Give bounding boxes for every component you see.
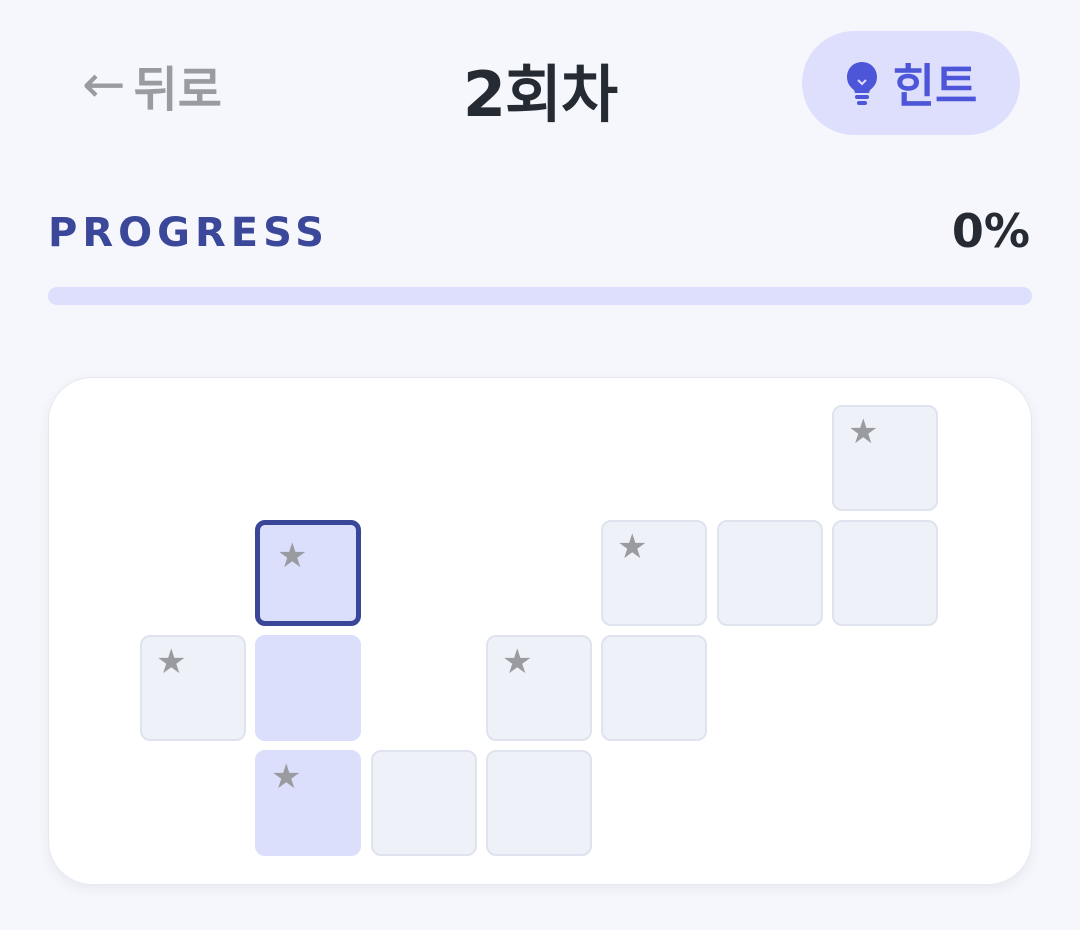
grid-cell[interactable] — [371, 750, 477, 856]
star-icon: ★ — [271, 757, 302, 797]
grid-cell[interactable]: ★ — [255, 520, 361, 626]
back-arrow-icon: ← — [82, 55, 126, 115]
star-icon: ★ — [277, 536, 308, 576]
star-icon: ★ — [502, 642, 533, 682]
hint-label: 힌트 — [892, 59, 978, 113]
lightbulb-icon — [845, 60, 879, 106]
grid-cell[interactable] — [832, 520, 938, 626]
grid-cell[interactable] — [486, 750, 592, 856]
progress-label: PROGRESS — [48, 210, 329, 256]
star-icon: ★ — [617, 527, 648, 567]
grid-cell[interactable]: ★ — [486, 635, 592, 741]
grid-cell[interactable]: ★ — [140, 635, 246, 741]
grid-cell[interactable] — [601, 635, 707, 741]
grid-cell[interactable]: ★ — [601, 520, 707, 626]
back-label: 뒤로 — [133, 62, 222, 118]
back-button[interactable]: ← 뒤로 — [82, 50, 222, 120]
grid-cell[interactable] — [717, 520, 823, 626]
star-icon: ★ — [848, 412, 879, 452]
progress-value: 0% — [951, 204, 1030, 258]
puzzle-board: ★ ★ ★ ★ ★ ★ — [48, 377, 1032, 885]
hint-button[interactable]: 힌트 — [802, 31, 1020, 135]
grid-cell[interactable]: ★ — [832, 405, 938, 511]
grid-cell[interactable]: ★ — [255, 750, 361, 856]
progress-bar — [48, 287, 1032, 305]
star-icon: ★ — [156, 642, 187, 682]
top-bar: ← 뒤로 2회차 힌트 — [0, 0, 1080, 170]
grid-cell[interactable] — [255, 635, 361, 741]
